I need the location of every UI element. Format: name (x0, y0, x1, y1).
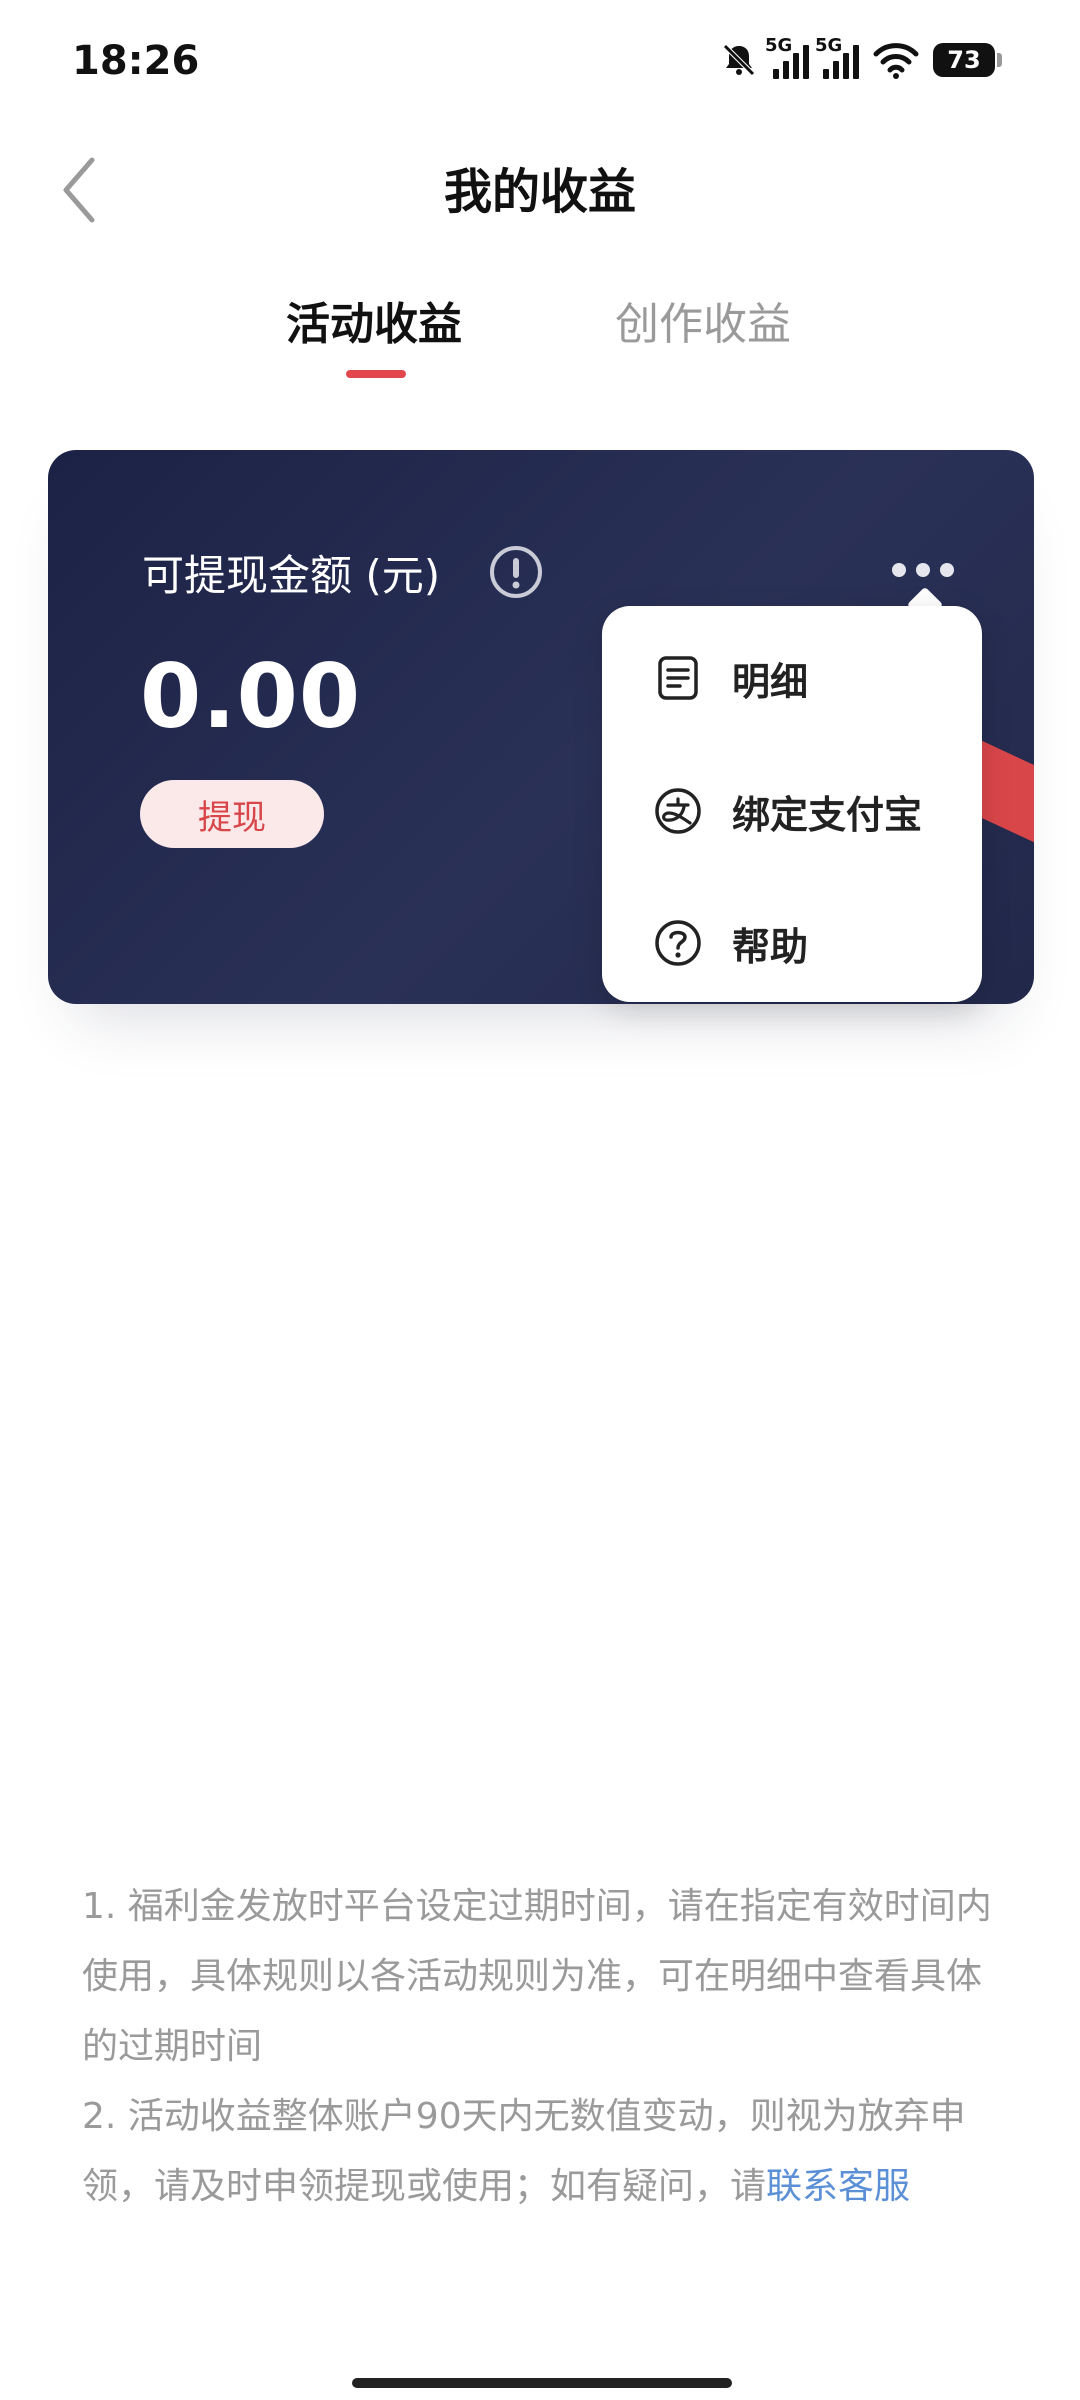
network-label: 5G (765, 35, 793, 56)
contact-support-link[interactable]: 联系客服 (766, 2166, 910, 2207)
note-2: 2. 活动收益整体账户90天内无数值变动，则视为放弃申领，请及时申领提现或使用；… (82, 2082, 1012, 2222)
rules-notes: 1. 福利金发放时平台设定过期时间，请在指定有效时间内使用，具体规则以各活动规则… (82, 1872, 1012, 2222)
help-circle-icon (655, 920, 701, 966)
note-1: 1. 福利金发放时平台设定过期时间，请在指定有效时间内使用，具体规则以各活动规则… (82, 1886, 992, 2067)
menu-item-label: 明细 (732, 659, 809, 704)
menu-item-label: 绑定支付宝 (732, 792, 923, 837)
alipay-icon (655, 788, 701, 834)
more-menu: 明细 绑定支付宝 帮助 (602, 606, 982, 1002)
network-label: 5G (815, 35, 843, 56)
withdrawable-amount-label: 可提现金额 (元) (142, 551, 441, 600)
page-title: 我的收益 (443, 164, 636, 220)
status-icons: 5G 5G 73 (719, 35, 1002, 84)
menu-item-details[interactable]: 明细 (602, 628, 982, 728)
withdraw-button[interactable]: 提现 (140, 780, 324, 848)
status-bar: 18:26 5G 5G 73 (0, 0, 1080, 130)
earnings-page: 18:26 5G 5G 73 我的收益 活动收益 创作收益 可提现金额 (元) … (0, 0, 1080, 2400)
menu-item-label: 帮助 (732, 924, 809, 969)
document-list-icon (658, 656, 698, 700)
battery-level: 73 (933, 43, 995, 77)
home-indicator[interactable] (352, 2378, 732, 2388)
menu-item-bind-alipay[interactable]: 绑定支付宝 (602, 761, 982, 861)
mute-bell-icon (723, 44, 755, 76)
signal-icon: 5G (765, 35, 809, 79)
signal-icon: 5G (815, 35, 859, 79)
menu-item-help[interactable]: 帮助 (602, 893, 982, 993)
tab-creation-earnings[interactable]: 创作收益 (615, 295, 791, 355)
wifi-icon (873, 43, 919, 79)
exclamation-circle-icon[interactable] (488, 544, 544, 600)
status-time: 18:26 (72, 38, 200, 84)
more-dots-icon[interactable] (878, 550, 968, 590)
tab-indicator (346, 370, 406, 378)
tab-activity-earnings[interactable]: 活动收益 (286, 295, 462, 355)
battery-icon: 73 (933, 43, 1002, 77)
balance-amount: 0.00 (140, 645, 362, 748)
